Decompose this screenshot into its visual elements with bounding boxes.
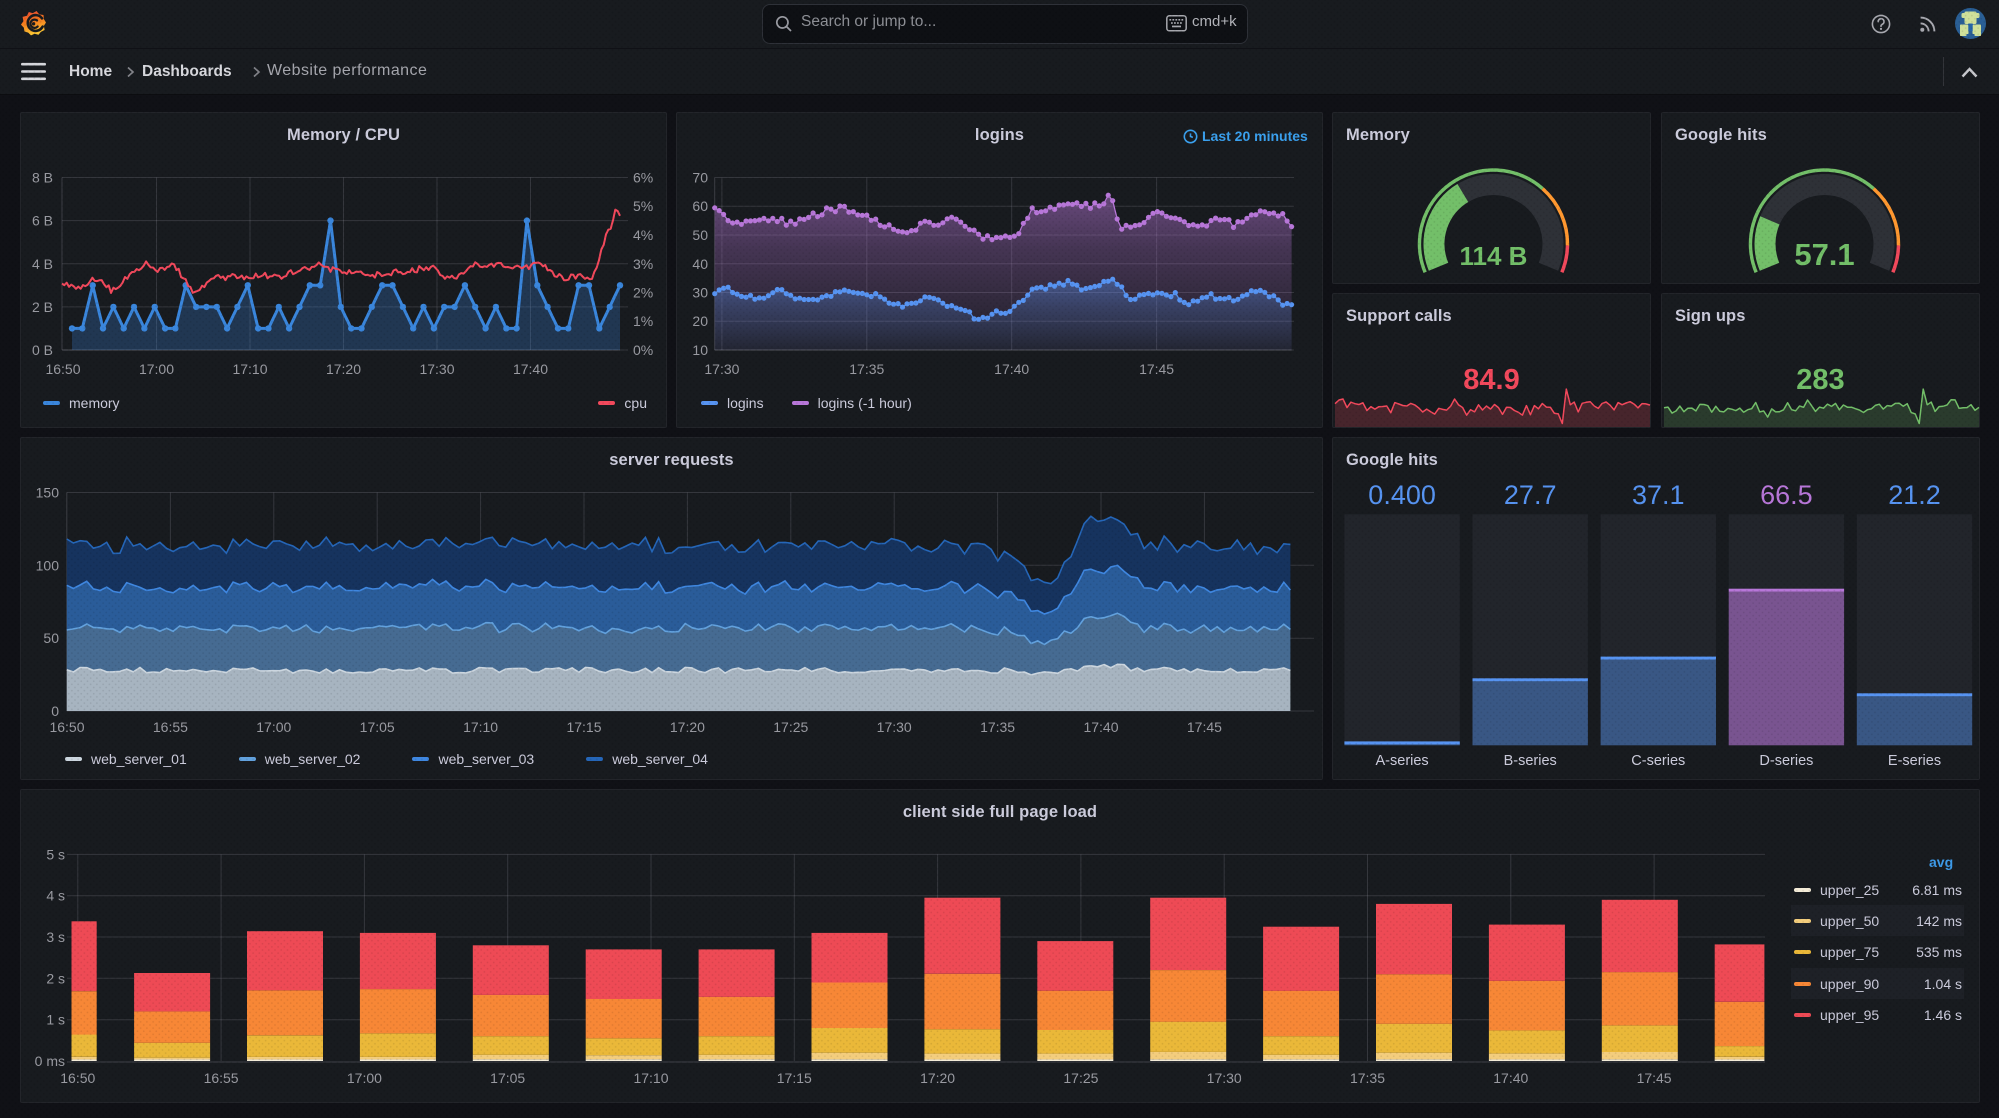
svg-text:17:00: 17:00 bbox=[347, 1070, 382, 1086]
svg-text:100: 100 bbox=[36, 557, 60, 573]
svg-text:17:35: 17:35 bbox=[980, 719, 1015, 735]
svg-text:16:50: 16:50 bbox=[60, 1070, 95, 1086]
svg-text:5 s: 5 s bbox=[46, 846, 65, 862]
svg-text:17:25: 17:25 bbox=[1063, 1070, 1098, 1086]
svg-text:1 s: 1 s bbox=[46, 1012, 65, 1028]
svg-text:17:20: 17:20 bbox=[670, 719, 705, 735]
svg-text:40: 40 bbox=[692, 256, 708, 272]
svg-text:17:10: 17:10 bbox=[463, 719, 498, 735]
svg-text:E-series: E-series bbox=[1888, 753, 1941, 769]
svg-text:17:05: 17:05 bbox=[360, 719, 395, 735]
svg-text:17:40: 17:40 bbox=[1493, 1070, 1528, 1086]
svg-text:17:25: 17:25 bbox=[773, 719, 808, 735]
svg-text:6%: 6% bbox=[633, 170, 653, 186]
svg-text:114 B: 114 B bbox=[1460, 241, 1528, 271]
svg-text:66.5: 66.5 bbox=[1760, 480, 1813, 510]
svg-text:0 ms: 0 ms bbox=[35, 1053, 65, 1069]
svg-text:4%: 4% bbox=[633, 227, 653, 243]
svg-text:17:00: 17:00 bbox=[139, 361, 174, 377]
svg-text:50: 50 bbox=[692, 227, 708, 243]
svg-text:10: 10 bbox=[692, 342, 708, 358]
svg-text:60: 60 bbox=[692, 198, 708, 214]
svg-text:17:20: 17:20 bbox=[326, 361, 361, 377]
svg-text:0: 0 bbox=[51, 703, 59, 719]
svg-text:17:40: 17:40 bbox=[1083, 719, 1118, 735]
svg-text:17:40: 17:40 bbox=[994, 361, 1029, 377]
svg-text:50: 50 bbox=[43, 630, 59, 646]
svg-text:17:45: 17:45 bbox=[1187, 719, 1222, 735]
svg-text:17:35: 17:35 bbox=[849, 361, 884, 377]
svg-text:20: 20 bbox=[692, 313, 708, 329]
svg-text:3 s: 3 s bbox=[46, 929, 65, 945]
svg-text:6 B: 6 B bbox=[32, 213, 53, 229]
svg-text:8 B: 8 B bbox=[32, 170, 53, 186]
svg-text:17:20: 17:20 bbox=[920, 1070, 955, 1086]
svg-text:21.2: 21.2 bbox=[1888, 480, 1941, 510]
svg-text:57.1: 57.1 bbox=[1794, 237, 1854, 272]
svg-text:17:15: 17:15 bbox=[566, 719, 601, 735]
svg-text:17:30: 17:30 bbox=[704, 361, 739, 377]
svg-text:17:10: 17:10 bbox=[633, 1070, 668, 1086]
svg-text:30: 30 bbox=[692, 285, 708, 301]
svg-text:C-series: C-series bbox=[1631, 753, 1685, 769]
svg-text:0%: 0% bbox=[633, 342, 653, 358]
svg-text:2 B: 2 B bbox=[32, 299, 53, 315]
svg-text:0.400: 0.400 bbox=[1368, 480, 1436, 510]
svg-text:4 s: 4 s bbox=[46, 888, 65, 904]
svg-text:3%: 3% bbox=[633, 256, 653, 272]
svg-text:B-series: B-series bbox=[1504, 753, 1557, 769]
svg-text:17:45: 17:45 bbox=[1139, 361, 1174, 377]
svg-text:5%: 5% bbox=[633, 198, 653, 214]
svg-text:0 B: 0 B bbox=[32, 342, 53, 358]
svg-text:17:00: 17:00 bbox=[256, 719, 291, 735]
svg-text:70: 70 bbox=[692, 170, 708, 186]
svg-text:16:55: 16:55 bbox=[204, 1070, 239, 1086]
svg-text:17:30: 17:30 bbox=[419, 361, 454, 377]
svg-text:150: 150 bbox=[36, 485, 60, 501]
svg-text:16:55: 16:55 bbox=[153, 719, 188, 735]
svg-text:17:10: 17:10 bbox=[232, 361, 267, 377]
svg-text:17:15: 17:15 bbox=[777, 1070, 812, 1086]
svg-text:1%: 1% bbox=[633, 313, 653, 329]
svg-text:17:40: 17:40 bbox=[513, 361, 548, 377]
svg-text:A-series: A-series bbox=[1376, 753, 1429, 769]
svg-text:2%: 2% bbox=[633, 285, 653, 301]
svg-text:17:45: 17:45 bbox=[1637, 1070, 1672, 1086]
svg-text:17:30: 17:30 bbox=[877, 719, 912, 735]
svg-text:27.7: 27.7 bbox=[1504, 480, 1557, 510]
svg-text:16:50: 16:50 bbox=[45, 361, 80, 377]
svg-text:16:50: 16:50 bbox=[49, 719, 84, 735]
svg-text:4 B: 4 B bbox=[32, 256, 53, 272]
svg-text:37.1: 37.1 bbox=[1632, 480, 1685, 510]
svg-text:D-series: D-series bbox=[1759, 753, 1813, 769]
svg-text:2 s: 2 s bbox=[46, 970, 65, 986]
svg-text:17:30: 17:30 bbox=[1207, 1070, 1242, 1086]
svg-text:17:05: 17:05 bbox=[490, 1070, 525, 1086]
svg-text:17:35: 17:35 bbox=[1350, 1070, 1385, 1086]
